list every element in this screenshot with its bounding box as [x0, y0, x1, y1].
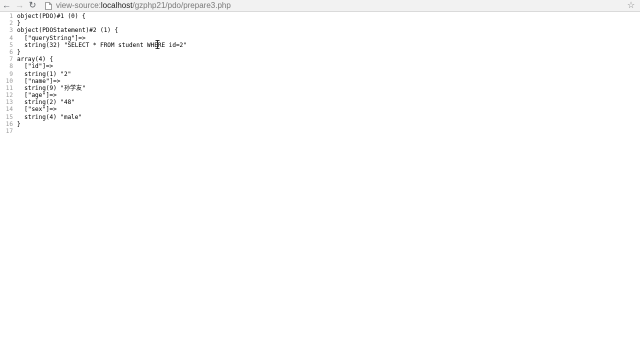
source-line: 14 ["sex"]=> [0, 106, 640, 113]
url-scheme: view-source: [56, 1, 101, 10]
source-line: 16} [0, 121, 640, 128]
source-line: 9 string(1) "2" [0, 71, 640, 78]
line-content: string(32) "SELECT * FROM student WHERE … [17, 41, 187, 49]
url-path: /gzphp21/pdo/prepare3.php [132, 1, 231, 10]
line-number: 3 [9, 27, 13, 35]
address-bar[interactable]: view-source: localhost/gzphp21/pdo/prepar… [45, 0, 231, 11]
reload-button[interactable]: ↻ [26, 0, 39, 11]
line-content: array(4) { [17, 56, 54, 64]
text-cursor-icon [155, 40, 160, 49]
source-line: 17 [0, 128, 640, 135]
line-content: } [17, 20, 21, 28]
line-number: 16 [5, 120, 13, 128]
source-line: 13 string(2) "48" [0, 99, 640, 106]
line-content: string(2) "48" [17, 99, 75, 107]
arrow-right-icon: → [15, 0, 24, 10]
line-number: 7 [9, 56, 13, 64]
line-number: 5 [9, 41, 13, 49]
line-content: } [17, 48, 21, 56]
line-content: string(4) "male" [17, 113, 83, 121]
line-number: 15 [5, 113, 13, 121]
line-number: 13 [5, 99, 13, 107]
source-line: 11 string(9) "孙学友" [0, 85, 640, 92]
line-number: 4 [9, 34, 13, 42]
line-content: object(PDOStatement)#2 (1) { [17, 27, 119, 35]
back-button[interactable]: ← [0, 0, 13, 11]
line-content: string(1) "2" [17, 70, 72, 78]
line-content: ["queryString"]=> [17, 34, 86, 42]
browser-toolbar: ← → ↻ view-source: localhost/gzphp21/pdo/… [0, 0, 640, 12]
line-number: 8 [9, 63, 13, 71]
bookmark-button[interactable]: ☆ [625, 0, 637, 11]
star-icon: ☆ [626, 0, 636, 10]
line-number: 14 [5, 106, 13, 114]
page-icon [45, 1, 52, 10]
source-line: 2} [0, 20, 640, 27]
line-content: object(PDO)#1 (0) { [17, 13, 86, 20]
source-line: 12 ["age"]=> [0, 92, 640, 99]
url-host: localhost [100, 1, 133, 10]
line-number: 6 [9, 48, 13, 56]
line-content: ["name"]=> [17, 77, 61, 85]
line-content: string(9) "孙学友" [17, 84, 86, 92]
arrow-left-icon: ← [2, 0, 11, 10]
source-line: 8 ["id"]=> [0, 63, 640, 70]
line-number: 17 [5, 128, 13, 135]
line-content: ["id"]=> [17, 63, 54, 71]
source-line: 4 ["queryString"]=> [0, 35, 640, 42]
source-view[interactable]: 1 object(PDO)#1 (0) {2} 3 object(PDOStateme… [0, 13, 640, 135]
forward-button[interactable]: → [13, 0, 26, 11]
source-line: 7 array(4) { [0, 56, 640, 63]
source-line: 3 object(PDOStatement)#2 (1) { [0, 27, 640, 34]
line-content: ["sex"]=> [17, 106, 57, 114]
line-number: 2 [9, 20, 13, 28]
line-content: } [17, 120, 21, 128]
reload-icon: ↻ [28, 0, 37, 10]
line-number: 9 [9, 70, 13, 78]
line-number: 12 [5, 92, 13, 100]
source-line: 6} [0, 49, 640, 56]
source-line: 1 object(PDO)#1 (0) { [0, 13, 640, 20]
line-content: ["age"]=> [17, 92, 57, 100]
source-line: 15 string(4) "male" [0, 114, 640, 121]
source-line: 10 ["name"]=> [0, 78, 640, 85]
source-line: 5 string(32) "SELECT * FROM student WHER… [0, 42, 640, 49]
line-number: 11 [5, 84, 13, 92]
line-number: 10 [5, 77, 13, 85]
line-number: 1 [9, 13, 13, 20]
